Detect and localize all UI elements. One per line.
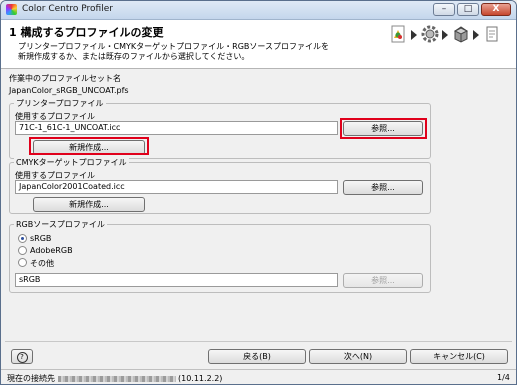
cmyk-profile-new-button[interactable]: 新規作成... bbox=[33, 197, 145, 212]
connection-ip: (10.11.2.2) bbox=[178, 374, 223, 383]
footer-divider bbox=[5, 341, 512, 342]
radio-other[interactable] bbox=[18, 258, 27, 267]
step-arrow-icon bbox=[411, 30, 417, 40]
highlight-box bbox=[340, 118, 427, 139]
title-bar: Color Centro Profiler – □ X bbox=[1, 1, 516, 20]
minimize-button[interactable]: – bbox=[433, 3, 455, 16]
radio-adobergb[interactable] bbox=[18, 246, 27, 255]
step-arrow-icon bbox=[473, 30, 479, 40]
connection-label: 現在の接続先 bbox=[7, 374, 55, 383]
masked-host-name bbox=[58, 375, 176, 382]
rgb-profile-field[interactable]: sRGB bbox=[15, 273, 338, 287]
gear-icon bbox=[420, 24, 440, 44]
wizard-header: 1 構成するプロファイルの変更 プリンタープロファイル・CMYKターゲットプロフ… bbox=[1, 20, 516, 69]
radio-adobergb-label: AdobeRGB bbox=[30, 246, 73, 255]
document-icon bbox=[482, 24, 502, 44]
next-button[interactable]: 次へ(N) bbox=[309, 349, 407, 364]
maximize-button[interactable]: □ bbox=[457, 3, 479, 16]
rgb-profile-browse-button[interactable]: 参照... bbox=[343, 273, 423, 288]
close-button[interactable]: X bbox=[481, 3, 511, 16]
page-title: 1 構成するプロファイルの変更 bbox=[9, 26, 164, 39]
status-bar: 現在の接続先 (10.11.2.2) 1/4 bbox=[1, 369, 516, 384]
printer-profile-field[interactable]: 71C-1_61C-1_UNCOAT.icc bbox=[15, 121, 338, 135]
back-button[interactable]: 戻る(B) bbox=[208, 349, 306, 364]
step-arrow-icon bbox=[442, 30, 448, 40]
cmyk-profile-group-title: CMYKターゲットプロファイル bbox=[14, 157, 129, 168]
description-line-2: 新規作成するか、または既存のファイルから選択してください。 bbox=[18, 52, 250, 61]
profile-step-icon bbox=[389, 24, 409, 44]
description-line-1: プリンタープロファイル・CMYKターゲットプロファイル・RGBソースプロファイル… bbox=[18, 42, 329, 51]
profile-set-label: 作業中のプロファイルセット名 bbox=[9, 74, 121, 83]
page-description: プリンタープロファイル・CMYKターゲットプロファイル・RGBソースプロファイル… bbox=[18, 42, 329, 62]
highlight-box bbox=[29, 137, 149, 155]
cmyk-profile-browse-button[interactable]: 参照... bbox=[343, 180, 423, 195]
help-button[interactable]: ? bbox=[11, 349, 33, 364]
printer-icon bbox=[451, 24, 471, 44]
color-centro-app-icon bbox=[6, 4, 17, 15]
help-icon: ? bbox=[16, 352, 28, 363]
rgb-profile-group-title: RGBソースプロファイル bbox=[14, 219, 107, 230]
radio-srgb[interactable] bbox=[18, 234, 27, 243]
window-title: Color Centro Profiler bbox=[22, 4, 113, 14]
radio-other-label: その他 bbox=[30, 259, 54, 268]
profile-set-name: JapanColor_sRGB_UNCOAT.pfs bbox=[9, 86, 129, 95]
app-window: Color Centro Profiler – □ X 1 構成するプロファイル… bbox=[0, 0, 517, 385]
radio-srgb-label: sRGB bbox=[30, 234, 52, 243]
printer-profile-group-title: プリンタープロファイル bbox=[14, 98, 106, 109]
page-indicator: 1/4 bbox=[497, 373, 510, 382]
connection-status: 現在の接続先 (10.11.2.2) bbox=[7, 373, 222, 384]
cancel-button[interactable]: キャンセル(C) bbox=[410, 349, 508, 364]
cmyk-profile-field[interactable]: JapanColor2001Coated.icc bbox=[15, 180, 338, 194]
